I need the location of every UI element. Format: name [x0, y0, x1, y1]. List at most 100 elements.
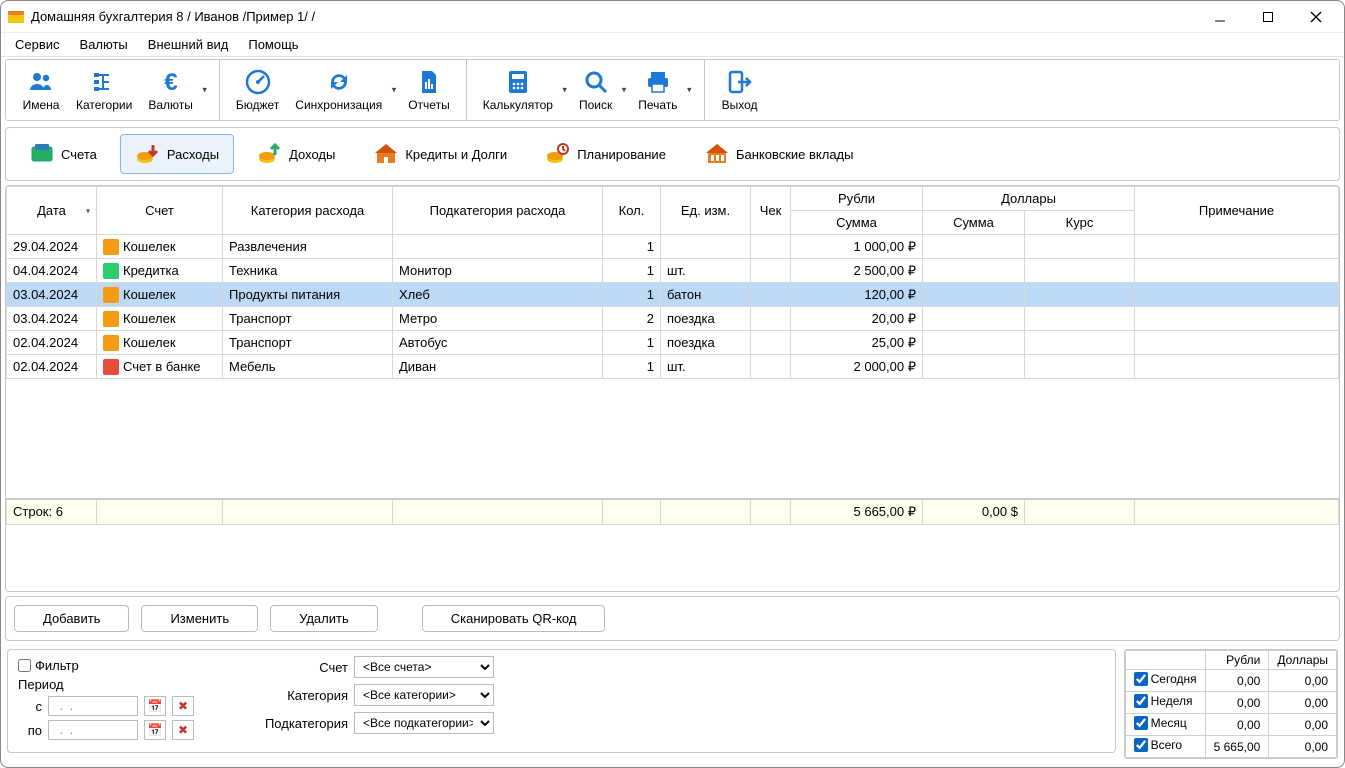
- col-qty-header[interactable]: Кол.: [603, 187, 661, 235]
- filter-account-label: Счет: [248, 660, 348, 675]
- clear-from-button[interactable]: ✖: [172, 696, 194, 716]
- planning-icon: [545, 141, 571, 167]
- toolbar-reports-button[interactable]: Отчеты: [400, 60, 457, 120]
- cell-date: 29.04.2024: [7, 235, 97, 259]
- col-rub-group-header[interactable]: Рубли: [791, 187, 923, 211]
- summary-rub: 0,00: [1205, 692, 1269, 714]
- summary-checkbox[interactable]: [1134, 694, 1148, 708]
- table-row[interactable]: 29.04.2024 Кошелек Развлечения 1 1 000,0…: [7, 235, 1339, 259]
- edit-button[interactable]: Изменить: [141, 605, 258, 632]
- toolbar-label: Синхронизация: [295, 98, 382, 112]
- cell-note: [1135, 235, 1339, 259]
- filter-category-select[interactable]: <Все категории>: [354, 684, 494, 706]
- date-from-input[interactable]: [48, 696, 138, 716]
- summary-row: Неделя0,000,00: [1125, 692, 1336, 714]
- toolbar-categories-button[interactable]: Категории: [68, 60, 140, 120]
- summary-checkbox[interactable]: [1134, 672, 1148, 686]
- summary-checkbox[interactable]: [1134, 716, 1148, 730]
- menu-help[interactable]: Помощь: [240, 35, 306, 54]
- col-usd-sum-header[interactable]: Сумма: [923, 211, 1025, 235]
- section-expenses-tab[interactable]: Расходы: [120, 134, 234, 174]
- table-row[interactable]: 02.04.2024 Кошелек Транспорт Автобус 1 п…: [7, 331, 1339, 355]
- col-unit-header[interactable]: Ед. изм.: [661, 187, 751, 235]
- toolbar-calc-button[interactable]: Калькулятор▾: [475, 60, 571, 120]
- cell-usd: [923, 283, 1025, 307]
- section-deposits-tab[interactable]: Банковские вклады: [689, 134, 869, 174]
- toolbar-sync-button[interactable]: Синхронизация▾: [287, 60, 400, 120]
- cell-usd: [923, 355, 1025, 379]
- menu-view[interactable]: Внешний вид: [140, 35, 237, 54]
- gauge-icon: [244, 68, 272, 96]
- cell-subcategory: Диван: [393, 355, 603, 379]
- clear-to-button[interactable]: ✖: [172, 720, 194, 740]
- date-to-input[interactable]: [48, 720, 138, 740]
- calendar-from-button[interactable]: 📅: [144, 696, 166, 716]
- toolbar-currencies-button[interactable]: €Валюты▾: [140, 60, 211, 120]
- toolbar-label: Выход: [722, 98, 758, 112]
- maximize-button[interactable]: [1246, 3, 1290, 31]
- toolbar-print-button[interactable]: Печать▾: [630, 60, 695, 120]
- file-icon: [415, 68, 443, 96]
- cell-qty: 1: [603, 355, 661, 379]
- summary-row-label: Всего: [1151, 738, 1182, 752]
- col-date-header[interactable]: Дата▾: [7, 187, 97, 235]
- col-subcategory-header[interactable]: Подкатегория расхода: [393, 187, 603, 235]
- cell-note: [1135, 307, 1339, 331]
- cell-receipt: [751, 283, 791, 307]
- calc-icon: [504, 68, 532, 96]
- cell-account: Счет в банке: [97, 355, 223, 379]
- cell-subcategory: [393, 235, 603, 259]
- cell-unit: батон: [661, 283, 751, 307]
- account-icon: [103, 263, 119, 279]
- menu-service[interactable]: Сервис: [7, 35, 68, 54]
- col-account-header[interactable]: Счет: [97, 187, 223, 235]
- summary-checkbox[interactable]: [1134, 738, 1148, 752]
- account-icon: [103, 335, 119, 351]
- col-usd-group-header[interactable]: Доллары: [923, 187, 1135, 211]
- cell-qty: 1: [603, 259, 661, 283]
- filter-checkbox[interactable]: [18, 659, 31, 672]
- summary-row-label: Сегодня: [1151, 672, 1197, 686]
- table-row[interactable]: 02.04.2024 Счет в банке Мебель Диван 1 ш…: [7, 355, 1339, 379]
- cell-category: Продукты питания: [223, 283, 393, 307]
- chevron-down-icon: ▾: [687, 85, 692, 96]
- col-receipt-header[interactable]: Чек: [751, 187, 791, 235]
- section-income-tab[interactable]: Доходы: [242, 134, 350, 174]
- col-usd-rate-header[interactable]: Курс: [1025, 211, 1135, 235]
- summary-usd: 0,00: [1269, 692, 1337, 714]
- close-button[interactable]: [1294, 3, 1338, 31]
- toolbar-search-button[interactable]: Поиск▾: [571, 60, 630, 120]
- cell-category: Развлечения: [223, 235, 393, 259]
- cell-date: 04.04.2024: [7, 259, 97, 283]
- section-accounts-tab[interactable]: Счета: [14, 134, 112, 174]
- account-icon: [103, 359, 119, 375]
- filter-subcategory-select[interactable]: <Все подкатегории>: [354, 712, 494, 734]
- col-note-header[interactable]: Примечание: [1135, 187, 1339, 235]
- toolbar-exit-button[interactable]: Выход: [713, 60, 767, 120]
- add-button[interactable]: Добавить: [14, 605, 129, 632]
- menu-currencies[interactable]: Валюты: [72, 35, 136, 54]
- section-debts-tab[interactable]: Кредиты и Долги: [358, 134, 522, 174]
- calendar-to-button[interactable]: 📅: [144, 720, 166, 740]
- toolbar-names-button[interactable]: Имена: [14, 60, 68, 120]
- cell-qty: 1: [603, 235, 661, 259]
- cell-rub: 2 500,00 ₽: [791, 259, 923, 283]
- toolbar-label: Отчеты: [408, 98, 449, 112]
- table-row[interactable]: 04.04.2024 Кредитка Техника Монитор 1 шт…: [7, 259, 1339, 283]
- cell-unit: шт.: [661, 259, 751, 283]
- totals-usd: 0,00 $: [923, 499, 1025, 525]
- cell-date: 03.04.2024: [7, 283, 97, 307]
- col-category-header[interactable]: Категория расхода: [223, 187, 393, 235]
- cell-subcategory: Хлеб: [393, 283, 603, 307]
- scan-qr-button[interactable]: Сканировать QR-код: [422, 605, 606, 632]
- toolbar-budget-button[interactable]: Бюджет: [228, 60, 287, 120]
- table-row[interactable]: 03.04.2024 Кошелек Транспорт Метро 2 пое…: [7, 307, 1339, 331]
- col-rub-sum-header[interactable]: Сумма: [791, 211, 923, 235]
- to-label: по: [18, 723, 42, 738]
- minimize-button[interactable]: [1198, 3, 1242, 31]
- table-row[interactable]: 03.04.2024 Кошелек Продукты питания Хлеб…: [7, 283, 1339, 307]
- filter-account-select[interactable]: <Все счета>: [354, 656, 494, 678]
- section-planning-tab[interactable]: Планирование: [530, 134, 681, 174]
- cell-usd: [923, 259, 1025, 283]
- delete-button[interactable]: Удалить: [270, 605, 378, 632]
